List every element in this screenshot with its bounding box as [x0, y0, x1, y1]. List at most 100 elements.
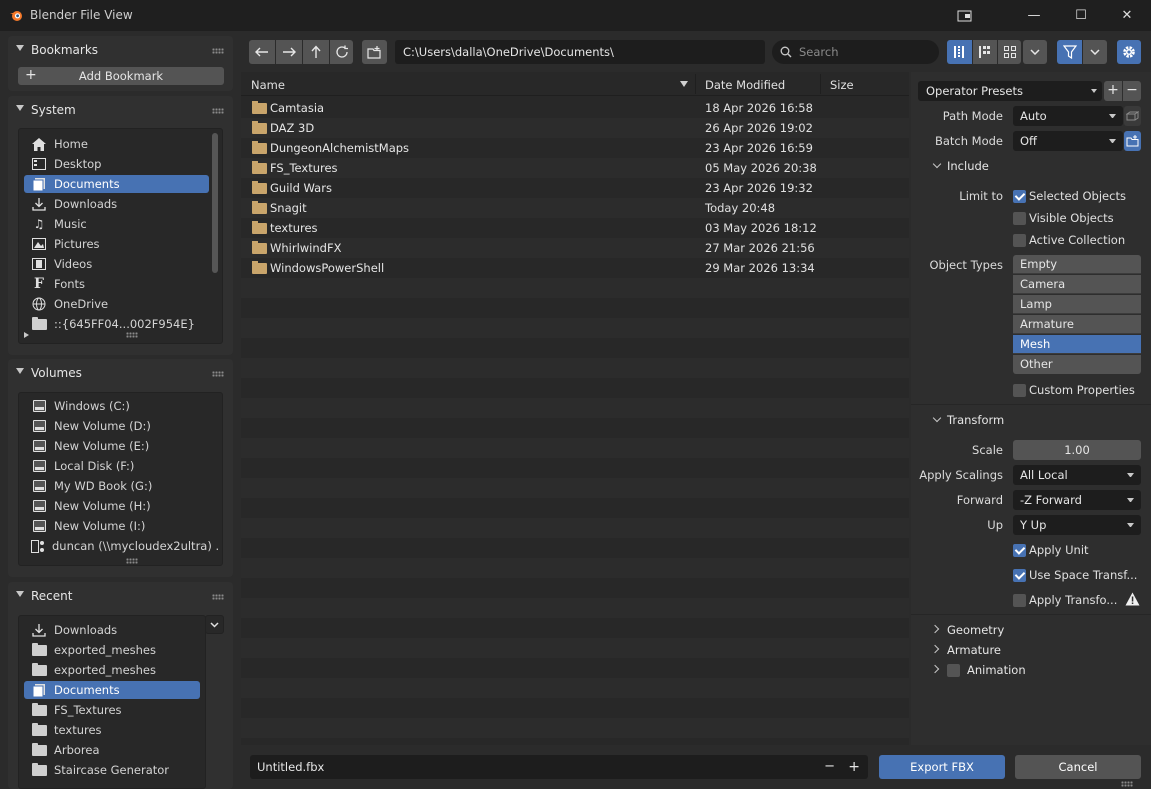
file-row[interactable]: DAZ 3D 26 Apr 2026 19:02 [241, 118, 909, 138]
search-input[interactable]: Search [772, 40, 939, 64]
system-item-documents[interactable]: Documents [24, 175, 209, 193]
volume-item[interactable]: New Volume (E:) [24, 437, 209, 455]
resize-grip-icon[interactable] [126, 558, 138, 564]
minimize-button[interactable]: — [1011, 0, 1057, 31]
parent-directory-button[interactable] [303, 40, 329, 64]
batch-own-dir-toggle[interactable] [1124, 131, 1141, 151]
directory-path-input[interactable]: C:\Users\dalla\OneDrive\Documents\ [395, 40, 765, 64]
operator-presets-dropdown[interactable]: Operator Presets [918, 81, 1102, 101]
system-item-onedrive[interactable]: OneDrive [24, 295, 209, 313]
use-space-transform-checkbox[interactable] [1013, 569, 1026, 582]
toggle-region-button[interactable] [1117, 40, 1141, 64]
object-type-armature[interactable]: Armature [1013, 315, 1141, 334]
volume-item[interactable]: New Volume (I:) [24, 517, 209, 535]
apply-transform-checkbox[interactable] [1013, 594, 1026, 607]
recent-item[interactable]: exported_meshes [24, 641, 200, 659]
drag-grip-icon[interactable] [212, 594, 224, 600]
system-item-fonts[interactable]: F Fonts [24, 275, 209, 293]
object-type-empty[interactable]: Empty [1013, 255, 1141, 274]
selected-objects-checkbox[interactable] [1013, 190, 1026, 203]
forward-button[interactable] [276, 40, 302, 64]
collapse-icon[interactable] [16, 45, 24, 51]
export-fbx-button[interactable]: Export FBX [879, 755, 1005, 779]
recent-item[interactable]: Staircase Generator [24, 761, 200, 779]
collapse-icon[interactable] [16, 591, 24, 597]
system-item-downloads[interactable]: Downloads [24, 195, 209, 213]
horizontal-list-view-button[interactable] [973, 40, 997, 64]
forward-dropdown[interactable]: -Z Forward [1013, 490, 1141, 510]
column-name[interactable]: Name [251, 78, 285, 92]
file-row[interactable]: Camtasia 18 Apr 2026 16:58 [241, 98, 909, 118]
file-row[interactable]: DungeonAlchemistMaps 23 Apr 2026 16:59 [241, 138, 909, 158]
maximize-button[interactable]: ☐ [1058, 0, 1104, 31]
scale-field[interactable]: 1.00 [1013, 440, 1141, 460]
volume-item[interactable]: New Volume (D:) [24, 417, 209, 435]
expand-icon[interactable] [24, 332, 29, 338]
remove-preset-button[interactable]: − [1123, 81, 1141, 101]
file-row[interactable]: WindowsPowerShell 29 Mar 2026 13:34 [241, 258, 909, 278]
filter-toggle-button[interactable] [1057, 40, 1082, 64]
add-preset-button[interactable]: + [1104, 81, 1122, 101]
animation-section-title[interactable]: Animation [967, 663, 1026, 677]
column-date-modified[interactable]: Date Modified [705, 78, 785, 92]
drag-grip-icon[interactable] [212, 108, 224, 114]
recent-item[interactable]: exported_meshes [24, 661, 200, 679]
file-row[interactable]: WhirlwindFX 27 Mar 2026 21:56 [241, 238, 909, 258]
volume-item[interactable]: duncan (\\mycloudex2ultra) ... [24, 537, 219, 555]
system-item-videos[interactable]: Videos [24, 255, 209, 273]
file-row[interactable]: Snagit Today 20:48 [241, 198, 909, 218]
column-size[interactable]: Size [830, 78, 854, 92]
recent-item[interactable]: Downloads [24, 621, 200, 639]
close-button[interactable]: ✕ [1104, 0, 1150, 31]
add-bookmark-button[interactable]: + Add Bookmark [18, 67, 224, 85]
custom-properties-checkbox[interactable] [1013, 384, 1026, 397]
system-item-music[interactable]: ♫ Music [24, 215, 209, 233]
recent-item[interactable]: Documents [24, 681, 200, 699]
resize-grip-icon[interactable] [126, 332, 138, 338]
volume-item[interactable]: Windows (C:) [24, 397, 209, 415]
embed-textures-toggle[interactable] [1124, 106, 1141, 126]
filter-settings-dropdown[interactable] [1083, 40, 1107, 64]
cancel-button[interactable]: Cancel [1015, 755, 1141, 779]
file-row[interactable]: Guild Wars 23 Apr 2026 19:32 [241, 178, 909, 198]
object-type-lamp[interactable]: Lamp [1013, 295, 1141, 314]
refresh-button[interactable] [330, 40, 353, 64]
thumbnail-view-button[interactable] [998, 40, 1021, 64]
recent-options-button[interactable] [205, 615, 224, 634]
up-dropdown[interactable]: Y Up [1013, 515, 1141, 535]
batch-mode-dropdown[interactable]: Off [1013, 131, 1123, 151]
system-item-desktop[interactable]: Desktop [24, 155, 209, 173]
object-type-other[interactable]: Other [1013, 355, 1141, 374]
active-collection-checkbox[interactable] [1013, 234, 1026, 247]
drag-grip-icon[interactable] [212, 371, 224, 377]
system-item-guid-folder[interactable]: ::{645FF04...002F954E} [24, 315, 209, 333]
volume-item[interactable]: My WD Book (G:) [24, 477, 209, 495]
include-section-title[interactable]: Include [947, 159, 989, 173]
file-row[interactable]: FS_Textures 05 May 2026 20:38 [241, 158, 909, 178]
filename-input[interactable]: Untitled.fbx − + [250, 755, 868, 779]
visible-objects-checkbox[interactable] [1013, 212, 1026, 225]
increment-button[interactable]: + [848, 755, 860, 779]
apply-scalings-dropdown[interactable]: All Local [1013, 465, 1141, 485]
volume-item[interactable]: Local Disk (F:) [24, 457, 209, 475]
geometry-section-title[interactable]: Geometry [947, 623, 1004, 637]
object-type-camera[interactable]: Camera [1013, 275, 1141, 294]
back-button[interactable] [249, 40, 275, 64]
recent-item[interactable]: Arborea [24, 741, 200, 759]
animation-checkbox[interactable] [947, 664, 960, 677]
transform-section-title[interactable]: Transform [947, 413, 1004, 427]
path-mode-dropdown[interactable]: Auto [1013, 106, 1123, 126]
vertical-list-view-button[interactable] [947, 40, 972, 64]
drag-grip-icon[interactable] [212, 48, 224, 54]
volume-item[interactable]: New Volume (H:) [24, 497, 209, 515]
collapse-icon[interactable] [16, 105, 24, 111]
apply-unit-checkbox[interactable] [1013, 544, 1026, 557]
object-type-mesh[interactable]: Mesh [1013, 335, 1141, 354]
restore-layout-icon[interactable] [942, 0, 988, 31]
resize-grip-icon[interactable] [1121, 781, 1133, 787]
collapse-icon[interactable] [16, 368, 24, 374]
decrement-button[interactable]: − [824, 755, 835, 779]
file-row[interactable]: textures 03 May 2026 18:12 [241, 218, 909, 238]
recent-item[interactable]: FS_Textures [24, 701, 200, 719]
sort-descending-icon[interactable] [680, 81, 688, 87]
